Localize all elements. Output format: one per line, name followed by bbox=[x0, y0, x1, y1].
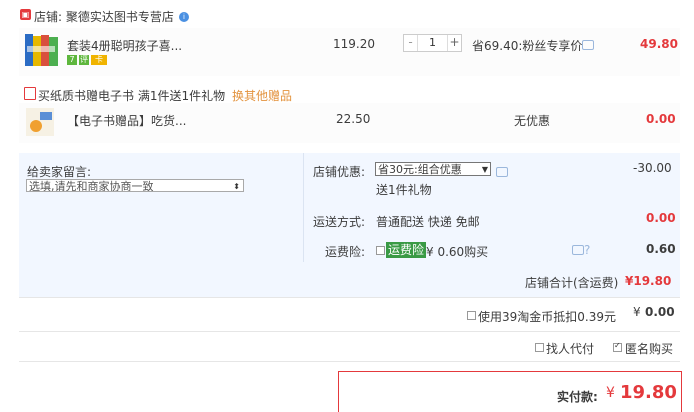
coins-label: 使用39淘金币抵扣0.39元 bbox=[478, 310, 616, 324]
divider bbox=[19, 297, 680, 298]
quantity-input[interactable]: 1 bbox=[418, 35, 447, 51]
message-label: 给卖家留言: bbox=[27, 165, 92, 179]
gift-subtotal: 0.00 bbox=[646, 112, 676, 126]
seven-day-return-icon: 7 bbox=[67, 55, 77, 65]
panel-divider bbox=[303, 153, 304, 262]
gift-title[interactable]: 【电子书赠品】吃货... bbox=[67, 112, 186, 129]
help-icon[interactable]: ? bbox=[584, 243, 590, 257]
quantity-minus-button[interactable]: - bbox=[404, 35, 418, 51]
coins-currency: ¥ bbox=[633, 305, 641, 319]
message-input[interactable]: 选填,请先和商家协商一致 ⬍ bbox=[26, 179, 244, 192]
shop-name[interactable]: 店铺: 聚德实达图书专营店 bbox=[34, 8, 174, 25]
info-badge-icon: i bbox=[179, 12, 189, 22]
chevron-down-icon: ▼ bbox=[481, 165, 488, 174]
insurance-tag: 运费险 bbox=[386, 242, 427, 258]
chat-icon[interactable] bbox=[572, 245, 584, 255]
shop-total-amount: ¥19.80 bbox=[625, 274, 672, 288]
discount-selected-value: 省30元:组合优惠 bbox=[378, 163, 462, 176]
quantity-stepper: - 1 + bbox=[403, 34, 462, 52]
product-thumbnail[interactable] bbox=[24, 32, 60, 68]
change-gift-link[interactable]: 换其他赠品 bbox=[232, 87, 292, 104]
discount-amount: -30.00 bbox=[633, 161, 672, 175]
gift-price: 22.50 bbox=[336, 112, 371, 126]
divider bbox=[19, 331, 680, 332]
shipping-amount: 0.00 bbox=[646, 211, 676, 225]
insurance-price: ¥ 0.60购买 bbox=[426, 245, 489, 259]
gift-thumbnail[interactable] bbox=[24, 106, 56, 138]
product-title[interactable]: 套装4册聪明孩子喜... bbox=[67, 37, 182, 54]
shipping-method: 普通配送 快递 免邮 bbox=[376, 215, 480, 229]
anonymous-checkbox[interactable] bbox=[613, 341, 622, 352]
coins-checkbox[interactable] bbox=[467, 311, 476, 320]
resize-arrows-icon: ⬍ bbox=[233, 182, 240, 191]
chat-icon[interactable] bbox=[496, 167, 508, 177]
discount-gift-note: 送1件礼物 bbox=[376, 183, 432, 197]
gift-promo: 无优惠 bbox=[514, 114, 551, 128]
proxy-pay-checkbox[interactable] bbox=[535, 343, 544, 352]
proxy-pay-label: 找人代付 bbox=[546, 342, 595, 356]
quantity-plus-button[interactable]: + bbox=[447, 35, 461, 51]
divider bbox=[19, 361, 680, 362]
product-price: 119.20 bbox=[333, 37, 375, 51]
card-icon: 卡 bbox=[91, 55, 107, 65]
insurance-amount: 0.60 bbox=[646, 242, 676, 256]
gift-icon bbox=[24, 87, 36, 100]
discount-select[interactable]: 省30元:组合优惠 ▼ bbox=[375, 162, 491, 176]
gift-promo-label: 买纸质书赠电子书 满1件送1件礼物 bbox=[38, 89, 226, 103]
message-placeholder: 选填,请先和商家协商一致 bbox=[29, 180, 154, 192]
shop-icon: ▣ bbox=[20, 9, 31, 20]
anonymous-label: 匿名购买 bbox=[625, 342, 674, 356]
final-total-amount: 19.80 bbox=[620, 382, 677, 403]
chat-icon[interactable] bbox=[582, 40, 594, 50]
final-total-label: 实付款: bbox=[557, 390, 598, 404]
final-currency: ¥ bbox=[606, 385, 615, 401]
product-subtotal: 49.80 bbox=[640, 37, 678, 51]
insurance-checkbox[interactable] bbox=[376, 246, 385, 255]
shipping-label: 运送方式: bbox=[313, 215, 366, 229]
discount-label: 店铺优惠: bbox=[313, 165, 366, 179]
shop-total-label: 店铺合计(含运费) bbox=[525, 276, 619, 290]
insurance-label: 运费险: bbox=[325, 245, 366, 259]
coins-amount: 0.00 bbox=[645, 305, 675, 319]
review-icon: 评 bbox=[79, 55, 89, 65]
product-promo: 省69.40:粉丝专享价 bbox=[472, 39, 583, 53]
